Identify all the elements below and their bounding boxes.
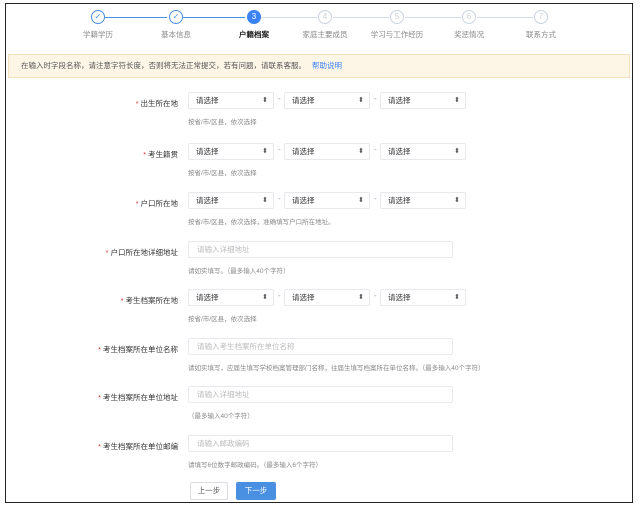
separator: - bbox=[278, 94, 281, 103]
step-label: 家庭主要成员 bbox=[302, 30, 348, 39]
form-window: ✓ 学籍学历 ✓ 基本信息 3 户籍档案 4 家庭主要成员 5 学习与工作经历 … bbox=[5, 3, 633, 503]
step-label: 联系方式 bbox=[526, 30, 556, 39]
check-icon: ✓ bbox=[91, 10, 105, 24]
archive-unit-postcode-input[interactable]: 请输入邮政编码 bbox=[188, 435, 453, 452]
step-number: 4 bbox=[318, 10, 332, 24]
check-icon: ✓ bbox=[169, 10, 183, 24]
field-label: * 考生档案所在单位邮编 bbox=[98, 442, 178, 451]
separator: - bbox=[374, 194, 377, 203]
step-2[interactable]: ✓ 基本信息 bbox=[141, 10, 211, 40]
hukou-address-input[interactable]: 请输入详细地址 bbox=[188, 241, 453, 258]
field-label: * 户口所在地详细地址 bbox=[105, 248, 178, 257]
select-arrow-icon: ⬍ bbox=[262, 148, 268, 155]
field-hint: 请如实填写。（最多输入40个字符） bbox=[188, 268, 290, 275]
province-select[interactable]: 请选择 ⬍ bbox=[188, 289, 274, 306]
previous-button[interactable]: 上一步 bbox=[190, 482, 228, 500]
field-hint: 按省/市/区县，依次选择，准确填写户口所在地址。 bbox=[188, 219, 335, 226]
city-select[interactable]: 请选择 ⬍ bbox=[284, 143, 370, 160]
step-3[interactable]: 3 户籍档案 bbox=[219, 10, 289, 40]
separator: - bbox=[278, 194, 281, 203]
city-select[interactable]: 请选择 ⬍ bbox=[284, 289, 370, 306]
province-select[interactable]: 请选择 ⬍ bbox=[188, 92, 274, 109]
separator: - bbox=[374, 94, 377, 103]
province-select[interactable]: 请选择 ⬍ bbox=[188, 143, 274, 160]
select-arrow-icon: ⬍ bbox=[454, 148, 460, 155]
step-number: 6 bbox=[462, 10, 476, 24]
step-5[interactable]: 5 学习与工作经历 bbox=[362, 10, 432, 40]
select-arrow-icon: ⬍ bbox=[358, 97, 364, 104]
field-hint: 按省/市/区县，依次选择 bbox=[188, 119, 257, 126]
notice-banner: 在输入时字段名称，请注意字符长度，否则将无法正常提交，若有问题，请联系客服。 帮助… bbox=[8, 54, 630, 78]
select-arrow-icon: ⬍ bbox=[358, 197, 364, 204]
city-select[interactable]: 请选择 ⬍ bbox=[284, 92, 370, 109]
archive-unit-name-input[interactable]: 请输入考生档案所在单位名称 bbox=[188, 338, 453, 355]
district-select[interactable]: 请选择 ⬍ bbox=[380, 92, 466, 109]
step-label: 奖惩情况 bbox=[454, 30, 484, 39]
district-select[interactable]: 请选择 ⬍ bbox=[380, 192, 466, 209]
field-hint: （最多输入40个字符） bbox=[188, 413, 254, 420]
separator: - bbox=[278, 145, 281, 154]
province-select[interactable]: 请选择 ⬍ bbox=[188, 192, 274, 209]
select-arrow-icon: ⬍ bbox=[454, 97, 460, 104]
select-arrow-icon: ⬍ bbox=[262, 197, 268, 204]
field-hint: 按省/市/区县，依次选择 bbox=[188, 170, 257, 177]
field-hint: 请填写6位数字邮政编码。（最多输入6个字符） bbox=[188, 462, 322, 469]
field-label: * 考生档案所在地 bbox=[120, 296, 178, 305]
next-button[interactable]: 下一步 bbox=[236, 482, 276, 500]
select-arrow-icon: ⬍ bbox=[262, 294, 268, 301]
step-1[interactable]: ✓ 学籍学历 bbox=[63, 10, 133, 40]
step-label: 学籍学历 bbox=[83, 30, 113, 39]
district-select[interactable]: 请选择 ⬍ bbox=[380, 289, 466, 306]
district-select[interactable]: 请选择 ⬍ bbox=[380, 143, 466, 160]
field-hint: 请如实填写，应届生填写学校档案管理部门名称，往届生填写档案所在单位名称。（最多输… bbox=[188, 365, 485, 372]
field-label: * 考生籍贯 bbox=[143, 150, 178, 159]
notice-text: 在输入时字段名称，请注意字符长度，否则将无法正常提交，若有问题，请联系客服。 bbox=[21, 61, 306, 70]
help-link[interactable]: 帮助说明 bbox=[312, 61, 342, 70]
step-number: 7 bbox=[534, 10, 548, 24]
step-label: 户籍档案 bbox=[239, 30, 269, 39]
separator: - bbox=[374, 291, 377, 300]
step-4[interactable]: 4 家庭主要成员 bbox=[290, 10, 360, 40]
field-label: * 出生所在地 bbox=[135, 99, 178, 108]
separator: - bbox=[374, 145, 377, 154]
archive-unit-address-input[interactable]: 请输入详细地址 bbox=[188, 386, 453, 403]
step-number: 3 bbox=[247, 10, 261, 24]
step-7[interactable]: 7 联系方式 bbox=[506, 10, 576, 40]
field-label: * 考生档案所在单位地址 bbox=[98, 393, 178, 402]
step-label: 基本信息 bbox=[161, 30, 191, 39]
step-label: 学习与工作经历 bbox=[370, 30, 424, 39]
step-6[interactable]: 6 奖惩情况 bbox=[434, 10, 504, 40]
field-label: * 考生档案所在单位名称 bbox=[98, 345, 178, 354]
field-label: * 户口所在地 bbox=[135, 199, 178, 208]
field-hint: 按省/市/区县，依次选择 bbox=[188, 316, 257, 323]
city-select[interactable]: 请选择 ⬍ bbox=[284, 192, 370, 209]
progress-stepper: ✓ 学籍学历 ✓ 基本信息 3 户籍档案 4 家庭主要成员 5 学习与工作经历 … bbox=[6, 4, 632, 50]
step-number: 5 bbox=[390, 10, 404, 24]
select-arrow-icon: ⬍ bbox=[454, 294, 460, 301]
select-arrow-icon: ⬍ bbox=[262, 97, 268, 104]
select-arrow-icon: ⬍ bbox=[358, 148, 364, 155]
select-arrow-icon: ⬍ bbox=[358, 294, 364, 301]
select-arrow-icon: ⬍ bbox=[454, 197, 460, 204]
separator: - bbox=[278, 291, 281, 300]
